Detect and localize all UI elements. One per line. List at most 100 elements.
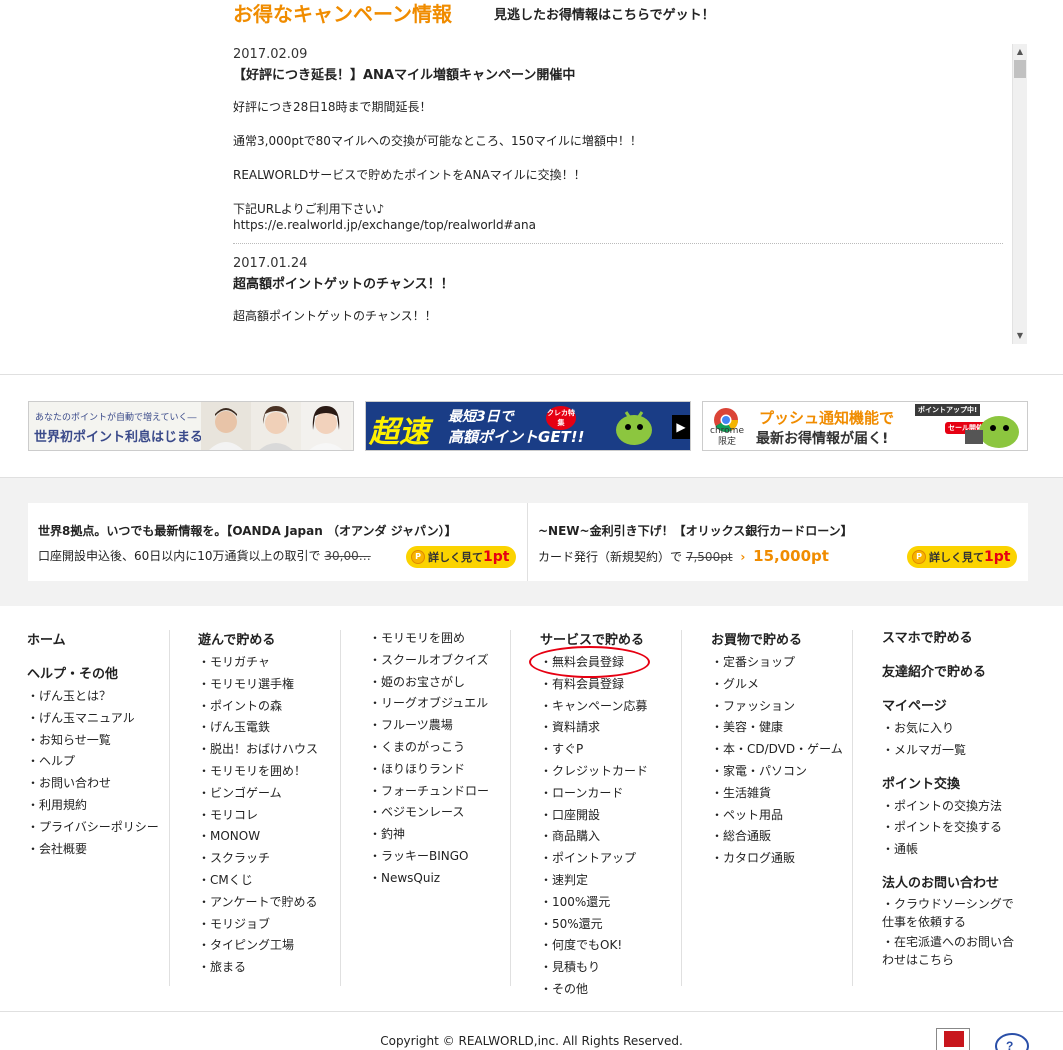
footer-link-play[interactable]: ・MONOW bbox=[198, 826, 318, 848]
footer-link-play[interactable]: ・旅まる bbox=[198, 957, 318, 979]
campaign-news-list[interactable]: 2017.02.09 【好評につき延長！】ANAマイル増額キャンペーン開催中 好… bbox=[233, 44, 1003, 344]
offer-title[interactable]: 世界8拠点。いつでも最新情報を。【OANDA Japan （オアンダ ジャパン）… bbox=[38, 522, 457, 539]
footer-link-exchange[interactable]: ・通帳 bbox=[882, 839, 1022, 861]
footer-link-service[interactable]: ・速判定 bbox=[540, 870, 648, 892]
footer-heading-shopping[interactable]: お買物で貯める bbox=[711, 630, 843, 652]
detail-button[interactable]: P 詳しく見て1pt bbox=[406, 546, 516, 568]
detail-button-label: 詳しく見て bbox=[428, 551, 483, 564]
footer-link-help[interactable]: ・お問い合わせ bbox=[27, 773, 159, 795]
scroll-thumb[interactable] bbox=[1014, 60, 1026, 78]
footer-heading-help[interactable]: ヘルプ・その他 bbox=[27, 664, 159, 686]
news-title[interactable]: 【好評につき延長！】ANAマイル増額キャンペーン開催中 bbox=[233, 65, 1003, 87]
footer-link-service[interactable]: ・キャンペーン応募 bbox=[540, 696, 648, 718]
footer-link-help[interactable]: ・プライバシーポリシー bbox=[27, 817, 159, 839]
news-title[interactable]: 超高額ポイントゲットのチャンス！！ bbox=[233, 274, 1003, 296]
scroll-down-arrow-icon[interactable]: ▼ bbox=[1013, 328, 1027, 344]
offer-card[interactable]: 世界8拠点。いつでも最新情報を。【OANDA Japan （オアンダ ジャパン）… bbox=[28, 503, 527, 581]
footer-link-service[interactable]: ・クレジットカード bbox=[540, 761, 648, 783]
footer-link-play[interactable]: ・ポイントの森 bbox=[198, 696, 318, 718]
footer-heading-play[interactable]: 遊んで貯める bbox=[198, 630, 318, 652]
footer-link-service[interactable]: ・口座開設 bbox=[540, 805, 648, 827]
footer-link-game[interactable]: ・姫のお宝さがし bbox=[369, 672, 489, 694]
footer-link-corp[interactable]: ・クラウドソーシングで仕事を依頼する bbox=[882, 895, 1022, 931]
offer-title[interactable]: ~NEW~金利引き下げ！【オリックス銀行カードローン】 bbox=[538, 522, 853, 539]
footer-link-game[interactable]: ・ベジモンレース bbox=[369, 802, 489, 824]
footer-play-list: ・モリガチャ ・モリモリ選手権 ・ポイントの森 ・げん玉電鉄 ・脱出！おばけハウス ・モリ… bbox=[198, 652, 318, 979]
banner-point-interest[interactable]: あなたのポイントが自動で増えていく― 世界初ポイント利息はじまる。 bbox=[28, 401, 354, 451]
footer-link-game[interactable]: ・リーグオブジュエル bbox=[369, 693, 489, 715]
footer-link-game[interactable]: ・ほりほりランド bbox=[369, 759, 489, 781]
footer-link-service[interactable]: ・その他 bbox=[540, 979, 648, 1001]
footer-link-help[interactable]: ・会社概要 bbox=[27, 839, 159, 861]
footer-link-game[interactable]: ・フォーチュンドロー bbox=[369, 781, 489, 803]
footer-link-game[interactable]: ・釣神 bbox=[369, 824, 489, 846]
footer-link-shopping[interactable]: ・定番ショップ bbox=[711, 652, 843, 674]
footer-link-play[interactable]: ・CMくじ bbox=[198, 870, 318, 892]
trust-seal-icon: ? bbox=[995, 1033, 1029, 1050]
footer-link-play[interactable]: ・脱出！おばけハウス bbox=[198, 739, 318, 761]
footer-heading-corp[interactable]: 法人のお問い合わせ bbox=[882, 873, 1022, 895]
news-url-link[interactable]: https://e.realworld.jp/exchange/top/real… bbox=[233, 217, 1003, 233]
scroll-up-arrow-icon[interactable]: ▲ bbox=[1013, 44, 1027, 60]
red-circle-highlight bbox=[529, 646, 650, 678]
footer-link-game[interactable]: ・フルーツ農場 bbox=[369, 715, 489, 737]
footer-link-mypage[interactable]: ・メルマガ一覧 bbox=[882, 740, 1022, 762]
footer-link-mypage[interactable]: ・お気に入り bbox=[882, 718, 1022, 740]
footer-link-service[interactable]: ・資料請求 bbox=[540, 717, 648, 739]
footer-link-shopping[interactable]: ・グルメ bbox=[711, 674, 843, 696]
footer-link-play[interactable]: ・げん玉電鉄 bbox=[198, 717, 318, 739]
column-divider bbox=[681, 630, 682, 986]
footer-link-service[interactable]: ・50%還元 bbox=[540, 914, 648, 936]
banner-fast-points[interactable]: 超速 最短3日で 高額ポイントGET!! クレカ特集 ▶ bbox=[365, 401, 691, 451]
footer-link-game[interactable]: ・くまのがっこう bbox=[369, 737, 489, 759]
footer-link-help[interactable]: ・げん玉マニュアル bbox=[27, 708, 159, 730]
footer-link-game[interactable]: ・ラッキーBINGO bbox=[369, 846, 489, 868]
footer-link-shopping[interactable]: ・総合通販 bbox=[711, 826, 843, 848]
news-scrollbar[interactable]: ▲ ▼ bbox=[1012, 44, 1027, 344]
footer-link-exchange[interactable]: ・ポイントの交換方法 bbox=[882, 796, 1022, 818]
footer-link-play[interactable]: ・スクラッチ bbox=[198, 848, 318, 870]
footer-link-shopping[interactable]: ・生活雑貨 bbox=[711, 783, 843, 805]
footer-link-service[interactable]: ・ポイントアップ bbox=[540, 848, 648, 870]
offer-card[interactable]: ~NEW~金利引き下げ！【オリックス銀行カードローン】 カード発行（新規契約）で… bbox=[528, 503, 1028, 581]
footer-link-shopping[interactable]: ・美容・健康 bbox=[711, 717, 843, 739]
detail-button[interactable]: P 詳しく見て1pt bbox=[907, 546, 1017, 568]
footer-link-game[interactable]: ・モリモリを囲め bbox=[369, 628, 489, 650]
footer-link-shopping[interactable]: ・ファッション bbox=[711, 696, 843, 718]
offer-new-points: 15,000pt bbox=[753, 547, 829, 565]
footer-link-service[interactable]: ・ローンカード bbox=[540, 783, 648, 805]
play-arrow-icon[interactable]: ▶ bbox=[672, 415, 690, 439]
footer-link-help[interactable]: ・げん玉とは？ bbox=[27, 686, 159, 708]
footer-link-play[interactable]: ・ビンゴゲーム bbox=[198, 783, 318, 805]
footer-link-smartphone[interactable]: スマホで貯める bbox=[882, 628, 1022, 650]
footer-link-service[interactable]: ・すぐP bbox=[540, 739, 648, 761]
footer-link-play[interactable]: ・モリジョブ bbox=[198, 914, 318, 936]
footer-link-play[interactable]: ・モリモリを囲め！ bbox=[198, 761, 318, 783]
footer-link-friend[interactable]: 友達紹介で貯める bbox=[882, 662, 1022, 684]
footer-link-service[interactable]: ・100%還元 bbox=[540, 892, 648, 914]
footer-heading-exchange[interactable]: ポイント交換 bbox=[882, 774, 1022, 796]
footer-link-play[interactable]: ・モリコレ bbox=[198, 805, 318, 827]
footer-link-play[interactable]: ・モリモリ選手権 bbox=[198, 674, 318, 696]
footer-link-shopping[interactable]: ・ペット用品 bbox=[711, 805, 843, 827]
footer-link-home[interactable]: ホーム bbox=[27, 630, 159, 652]
footer-link-help[interactable]: ・お知らせ一覧 bbox=[27, 730, 159, 752]
footer-link-shopping[interactable]: ・カタログ通販 bbox=[711, 848, 843, 870]
footer-link-game[interactable]: ・スクールオブクイズ bbox=[369, 650, 489, 672]
footer-link-shopping[interactable]: ・家電・パソコン bbox=[711, 761, 843, 783]
footer-link-service[interactable]: ・見積もり bbox=[540, 957, 648, 979]
footer-heading-mypage[interactable]: マイページ bbox=[882, 696, 1022, 718]
footer-link-help[interactable]: ・利用規約 bbox=[27, 795, 159, 817]
footer-link-help[interactable]: ・ヘルプ bbox=[27, 751, 159, 773]
footer-link-service[interactable]: ・商品購入 bbox=[540, 826, 648, 848]
footer-link-play[interactable]: ・アンケートで貯める bbox=[198, 892, 318, 914]
footer-link-corp[interactable]: ・在宅派遣へのお問い合わせはこちら bbox=[882, 933, 1022, 969]
footer-link-play[interactable]: ・タイピング工場 bbox=[198, 935, 318, 957]
footer-link-game[interactable]: ・NewsQuiz bbox=[369, 868, 489, 890]
footer-link-service[interactable]: ・何度でもOK! bbox=[540, 935, 648, 957]
footer-link-exchange[interactable]: ・ポイントを交換する bbox=[882, 817, 1022, 839]
news-paragraph: 通常3,000ptで80マイルへの交換が可能なところ、150マイルに増額中！！ bbox=[233, 134, 642, 148]
footer-link-shopping[interactable]: ・本・CD/DVD・ゲーム bbox=[711, 739, 843, 761]
footer-link-play[interactable]: ・モリガチャ bbox=[198, 652, 318, 674]
banner-push-notification[interactable]: chrome 限定 プッシュ通知機能で 最新お得情報が届く! ポイントアップ中!… bbox=[702, 401, 1028, 451]
